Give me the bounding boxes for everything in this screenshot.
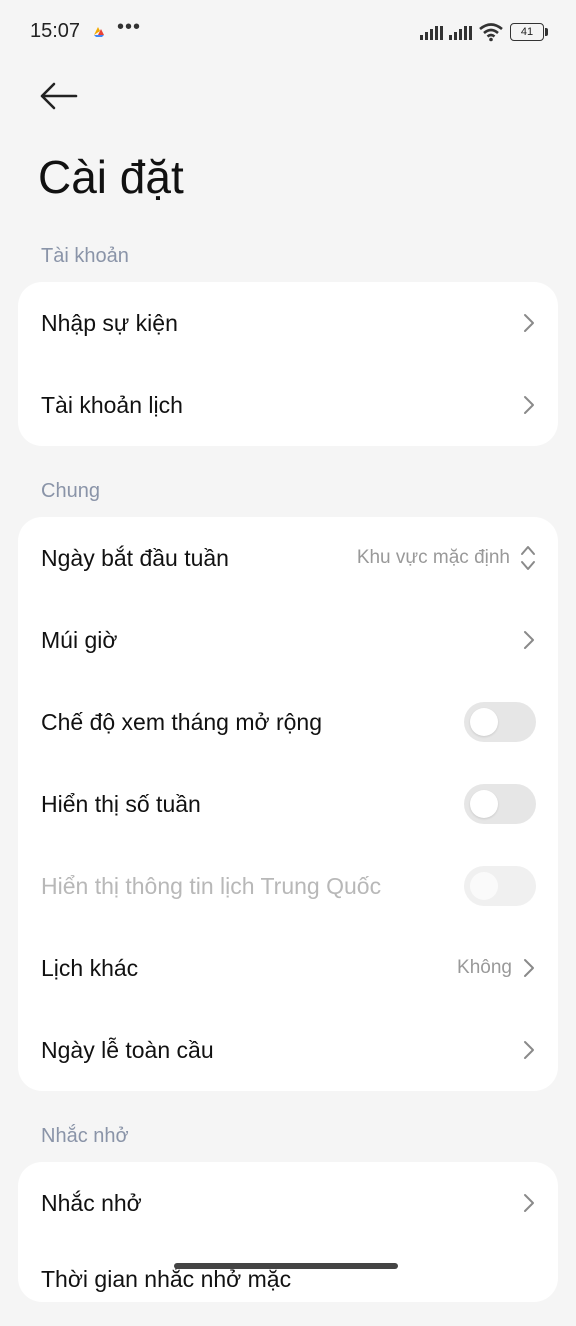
status-indicators: 41 [420,20,548,44]
signal-icon [420,24,443,40]
other-calendar-label: Lịch khác [41,954,139,981]
up-down-chevron-icon [521,546,535,570]
home-indicator[interactable] [174,1263,398,1269]
calendar-accounts-label: Tài khoản lịch [41,391,183,418]
import-events-row[interactable]: Nhập sự kiện [18,282,558,364]
timezone-label: Múi giờ [41,626,118,653]
status-time: 15:07 [30,20,81,42]
toggle-knob [470,708,498,736]
general-card: Ngày bắt đầu tuần Khu vực mặc định Múi g… [18,517,558,1091]
section-label-account: Tài khoản [41,245,129,267]
account-card: Nhập sự kiện Tài khoản lịch [18,282,558,446]
more-notifications-icon: ••• [117,16,142,38]
battery-icon: 41 [510,23,548,41]
signal-icon [449,24,472,40]
chevron-right-icon [524,1194,534,1212]
global-holidays-row[interactable]: Ngày lễ toàn cầu [18,1009,558,1091]
week-start-label: Ngày bắt đầu tuần [41,544,229,571]
back-arrow-icon[interactable] [36,76,80,116]
extended-month-label: Chế độ xem tháng mở rộng [41,708,323,735]
chevron-right-icon [524,959,534,977]
other-calendar-value: Không [457,957,512,978]
reminder-row[interactable]: Nhắc nhở [18,1162,558,1244]
week-numbers-row: Hiển thị số tuần [18,763,558,845]
chinese-calendar-row: Hiển thị thông tin lịch Trung Quốc [18,845,558,927]
other-calendar-row[interactable]: Lịch khác Không [18,927,558,1009]
chevron-right-icon [524,314,534,332]
chevron-right-icon [524,1041,534,1059]
reminders-card: Nhắc nhở Thời gian nhắc nhở mặc [18,1162,558,1302]
page-title: Cài đặt [38,151,184,203]
chevron-right-icon [524,631,534,649]
wifi-icon [479,23,503,42]
status-bar: 15:07 ••• 41 [0,0,576,64]
timezone-row[interactable]: Múi giờ [18,599,558,681]
week-start-row[interactable]: Ngày bắt đầu tuần Khu vực mặc định [18,517,558,599]
reminder-label: Nhắc nhở [41,1189,142,1216]
toggle-knob [470,872,498,900]
toggle-knob [470,790,498,818]
app-notification-icon [94,27,104,37]
section-label-general: Chung [41,480,100,502]
chevron-right-icon [524,396,534,414]
extended-month-row: Chế độ xem tháng mở rộng [18,681,558,763]
default-reminder-time-row[interactable]: Thời gian nhắc nhở mặc [18,1244,558,1326]
chinese-calendar-toggle [464,866,536,906]
global-holidays-label: Ngày lễ toàn cầu [41,1036,214,1063]
section-label-reminders: Nhắc nhở [41,1125,129,1147]
week-numbers-toggle[interactable] [464,784,536,824]
extended-month-toggle[interactable] [464,702,536,742]
week-start-value: Khu vực mặc định [356,547,510,568]
import-events-label: Nhập sự kiện [41,309,178,336]
chinese-calendar-label: Hiển thị thông tin lịch Trung Quốc [41,872,382,899]
calendar-accounts-row[interactable]: Tài khoản lịch [18,364,558,446]
week-numbers-label: Hiển thị số tuần [41,790,201,817]
